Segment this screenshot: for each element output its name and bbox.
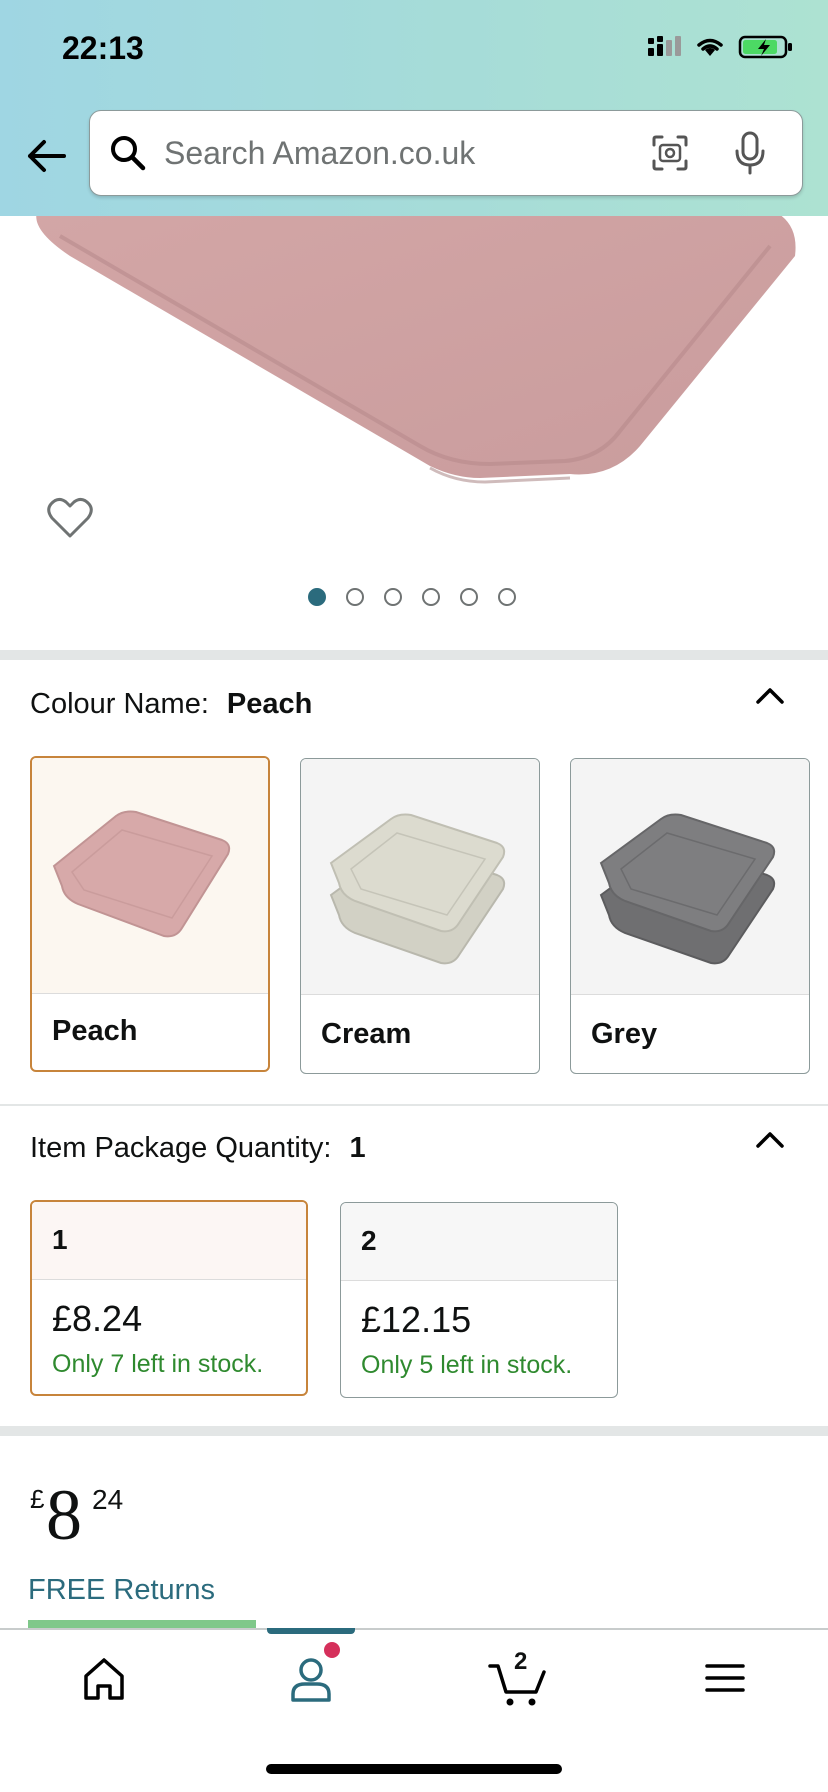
- section-divider: [0, 650, 828, 660]
- colour-option-grey[interactable]: Grey: [570, 758, 810, 1074]
- swatch-image: [32, 758, 268, 994]
- quantity-option-number: 2: [361, 1225, 377, 1256]
- wishlist-heart-icon[interactable]: [46, 496, 94, 540]
- colour-option-label: Grey: [591, 1018, 658, 1050]
- quantity-option-stock: Only 5 left in stock.: [361, 1351, 573, 1379]
- status-icons: [646, 34, 794, 60]
- colour-option-peach[interactable]: Peach: [30, 756, 270, 1072]
- notification-badge: [324, 1642, 340, 1658]
- colour-option-label: Peach: [52, 1015, 138, 1047]
- price-currency: £: [30, 1484, 45, 1514]
- home-indicator: [266, 1764, 562, 1774]
- quantity-option-number: 1: [52, 1224, 68, 1255]
- colour-selected-value: Peach: [226, 688, 313, 720]
- battery-icon: [738, 35, 792, 59]
- quantity-option-header: 1: [32, 1202, 306, 1280]
- header: 22:13 Search Amazon.co.uk: [0, 0, 828, 216]
- cart-count: 2: [514, 1648, 528, 1675]
- price-fraction: 24: [92, 1484, 124, 1515]
- section-divider: [0, 1426, 828, 1436]
- quantity-selected-value: 1: [349, 1132, 366, 1164]
- home-icon[interactable]: [68, 1648, 140, 1708]
- swatch-image: [571, 759, 809, 995]
- quantity-option-price: £12.15: [361, 1299, 472, 1340]
- quantity-option-1[interactable]: 1 £8.24 Only 7 left in stock.: [30, 1200, 308, 1396]
- camera-icon[interactable]: [650, 133, 690, 173]
- free-returns-link[interactable]: FREE Returns: [28, 1574, 215, 1607]
- carousel-dot[interactable]: [308, 588, 326, 606]
- wifi-icon: [697, 38, 723, 56]
- carousel-dot[interactable]: [422, 588, 440, 606]
- search-input[interactable]: Search Amazon.co.uk: [89, 110, 803, 196]
- carousel-dot[interactable]: [460, 588, 478, 606]
- section-divider: [0, 1104, 828, 1106]
- colour-option-cream[interactable]: Cream: [300, 758, 540, 1074]
- microphone-icon[interactable]: [730, 129, 770, 177]
- colour-row: Colour Name: Peach: [30, 688, 312, 721]
- chevron-up-icon[interactable]: [754, 1128, 786, 1152]
- account-icon[interactable]: [275, 1648, 347, 1708]
- quantity-option-stock: Only 7 left in stock.: [52, 1350, 264, 1378]
- price-whole: 8: [46, 1475, 82, 1555]
- quantity-option-header: 2: [341, 1203, 617, 1281]
- tray-image: [36, 216, 796, 484]
- product-image[interactable]: [0, 216, 828, 650]
- quantity-option-price: £8.24: [52, 1298, 143, 1339]
- active-tab-indicator: [267, 1628, 355, 1634]
- signal-icon: [648, 36, 681, 56]
- carousel-dot[interactable]: [498, 588, 516, 606]
- search-placeholder: Search Amazon.co.uk: [164, 135, 476, 171]
- status-time: 22:13: [62, 30, 144, 66]
- colour-label: Colour Name:: [30, 688, 209, 720]
- image-carousel-dots: [308, 588, 516, 606]
- swatch-image: [301, 759, 539, 995]
- quantity-row: Item Package Quantity: 1: [30, 1132, 366, 1165]
- search-icon: [111, 136, 146, 171]
- quantity-label: Item Package Quantity:: [30, 1132, 332, 1164]
- quantity-option-2[interactable]: 2 £12.15 Only 5 left in stock.: [340, 1202, 618, 1398]
- back-arrow-icon[interactable]: [22, 132, 70, 180]
- chevron-up-icon[interactable]: [754, 684, 786, 708]
- menu-icon[interactable]: [689, 1648, 761, 1708]
- colour-option-label: Cream: [321, 1018, 412, 1050]
- carousel-dot[interactable]: [384, 588, 402, 606]
- progress-accent-bar: [28, 1620, 256, 1628]
- carousel-dot[interactable]: [346, 588, 364, 606]
